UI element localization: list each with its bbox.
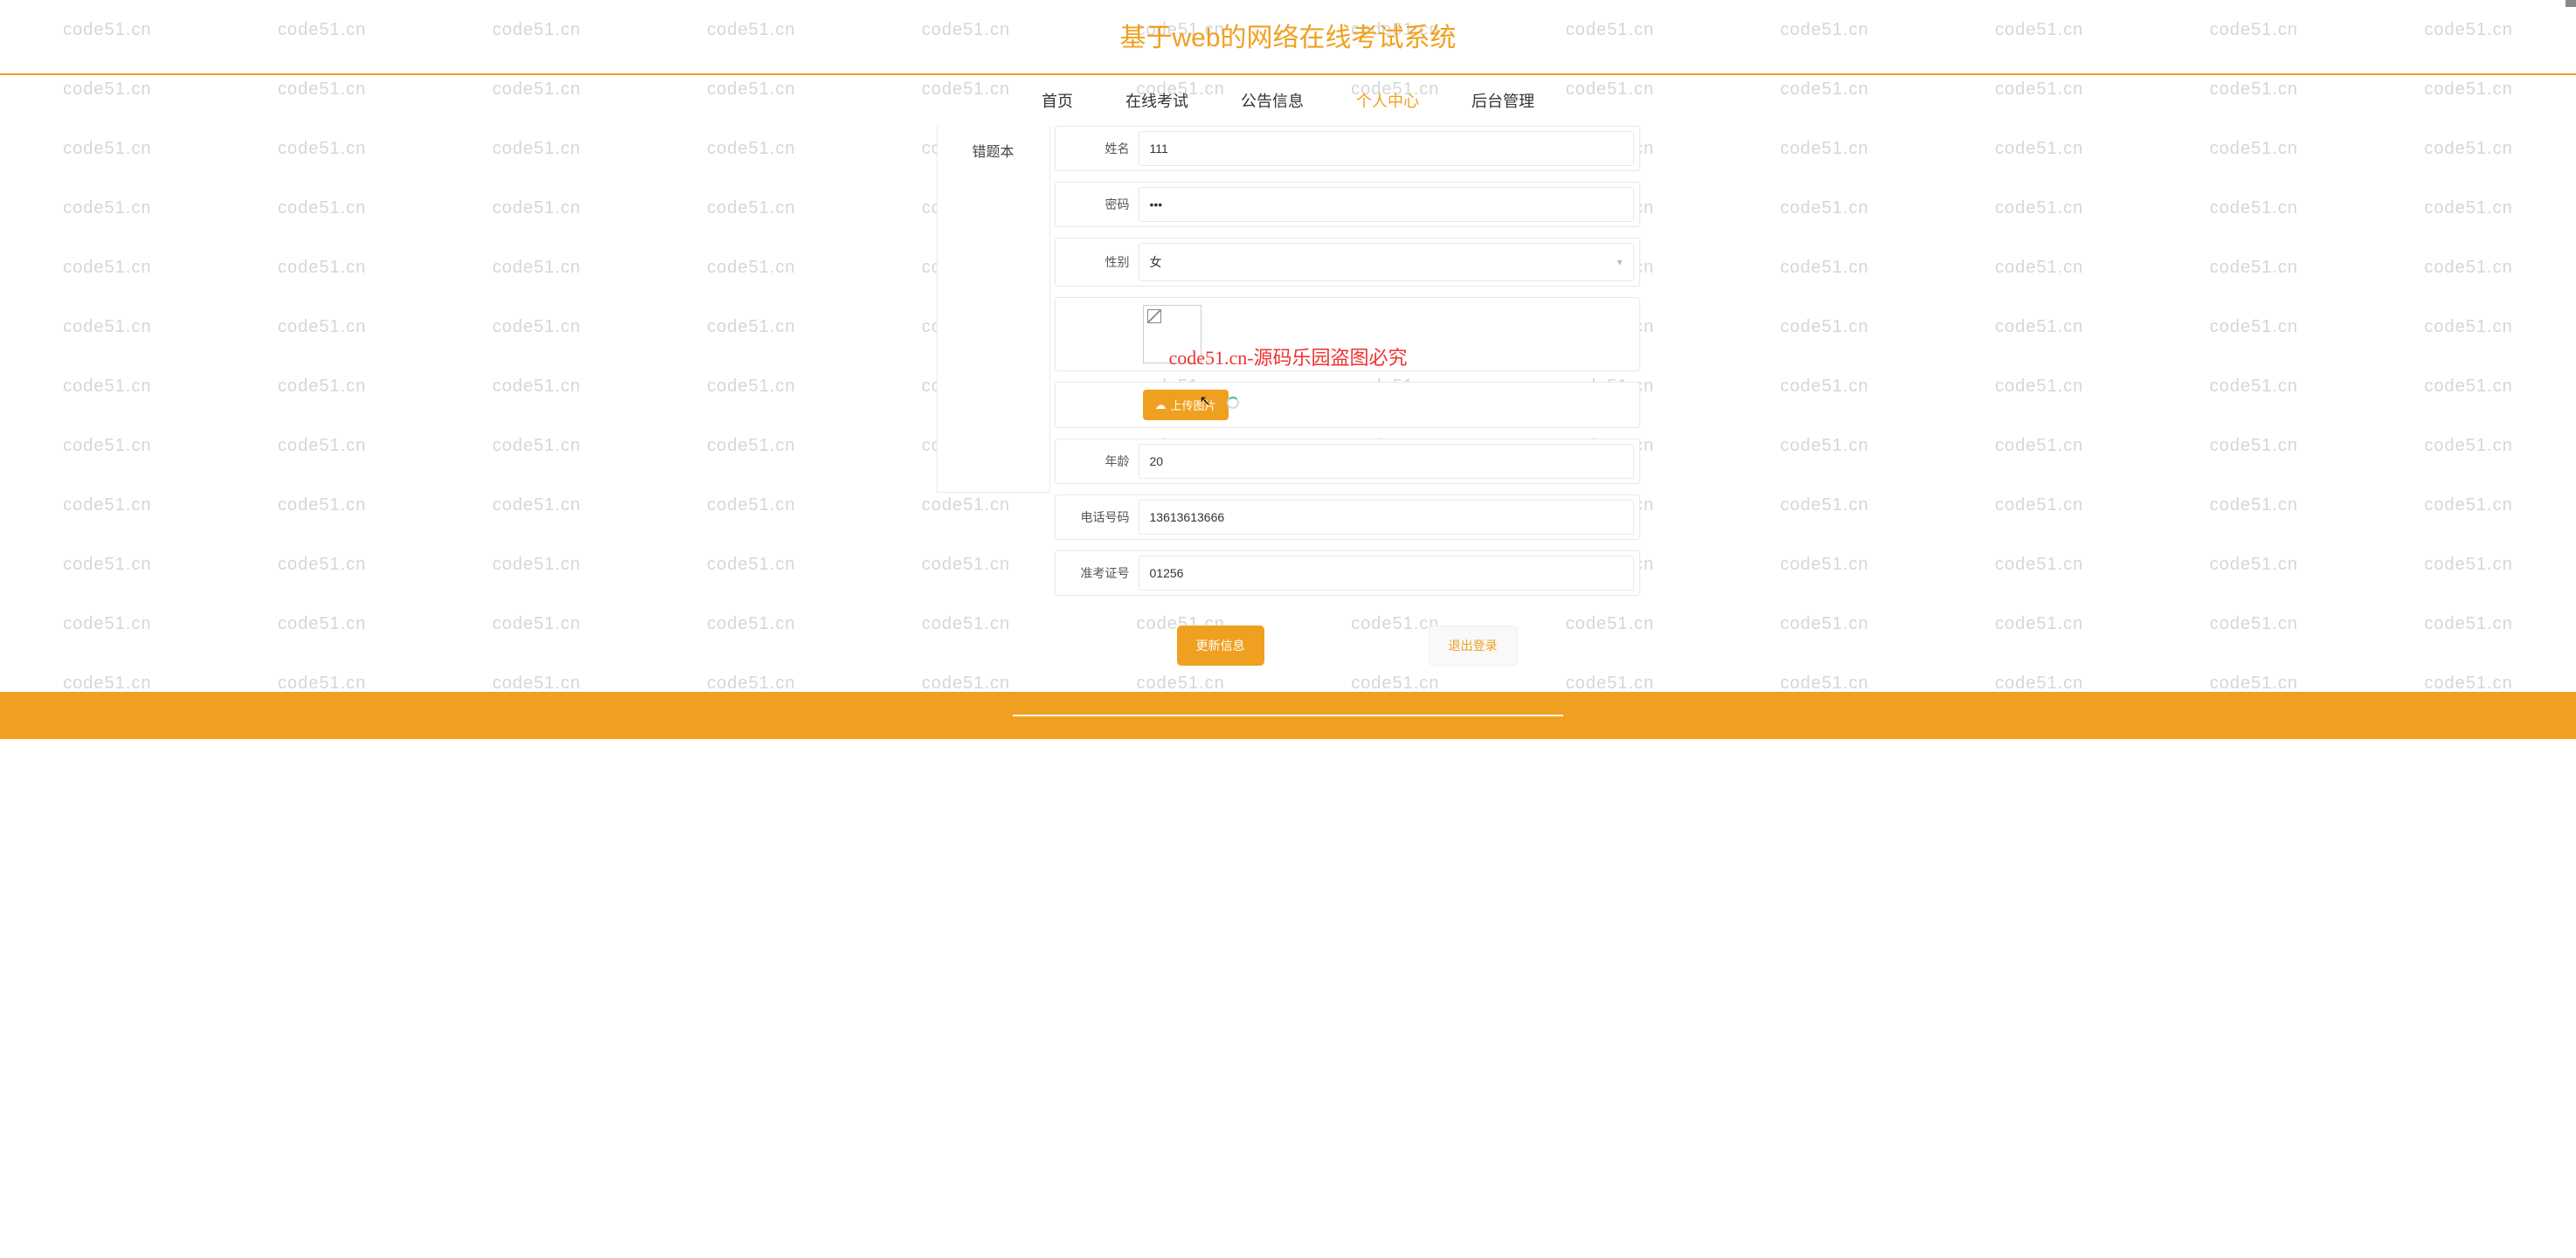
update-info-button[interactable]: 更新信息 [1177, 626, 1264, 666]
label-examid: 准考证号 [1056, 564, 1139, 582]
form-row-age: 年龄 [1055, 439, 1640, 484]
scrollbar-top-marker [2566, 0, 2576, 7]
input-phone[interactable] [1139, 500, 1634, 535]
label-password: 密码 [1056, 196, 1139, 213]
chevron-down-icon: ▾ [1617, 256, 1622, 268]
page-footer [0, 692, 2576, 739]
nav-announcement[interactable]: 公告信息 [1241, 89, 1304, 112]
nav-home[interactable]: 首页 [1042, 89, 1073, 112]
cloud-upload-icon: ☁ [1155, 398, 1167, 412]
app-header: 基于web的网络在线考试系统 [0, 0, 2576, 75]
select-gender[interactable]: 女 ▾ [1139, 243, 1634, 281]
form-row-phone: 电话号码 [1055, 494, 1640, 540]
label-name: 姓名 [1056, 140, 1139, 157]
form-row-password: 密码 [1055, 182, 1640, 227]
label-phone: 电话号码 [1056, 508, 1139, 526]
upload-button-label: 上传图片 [1171, 397, 1216, 413]
form-row-image-preview [1055, 297, 1640, 371]
profile-form: 姓名 密码 性别 女 ▾ ☁ 上传图片 ↖ 年龄 [1055, 126, 1640, 666]
main-nav: 首页 在线考试 公告信息 个人中心 后台管理 [0, 75, 2576, 126]
footer-divider [1013, 715, 1563, 716]
label-gender: 性别 [1056, 253, 1139, 271]
main-content: 错题本 姓名 密码 性别 女 ▾ ☁ 上传图片 ↖ [0, 126, 2576, 692]
input-password[interactable] [1139, 187, 1634, 222]
input-examid[interactable] [1139, 556, 1634, 591]
nav-exam[interactable]: 在线考试 [1125, 89, 1188, 112]
image-preview-box [1143, 305, 1201, 363]
form-row-examid: 准考证号 [1055, 550, 1640, 596]
form-button-row: 更新信息 退出登录 [1055, 606, 1640, 666]
loading-spinner-icon [1227, 397, 1239, 409]
input-age[interactable] [1139, 444, 1634, 479]
select-gender-value: 女 [1150, 253, 1162, 271]
input-name[interactable] [1139, 131, 1634, 166]
app-title: 基于web的网络在线考试系统 [0, 16, 2576, 54]
nav-admin[interactable]: 后台管理 [1472, 89, 1534, 112]
nav-profile[interactable]: 个人中心 [1356, 89, 1419, 112]
logout-button[interactable]: 退出登录 [1429, 626, 1518, 666]
sidebar: 错题本 [937, 126, 1050, 493]
label-age: 年龄 [1056, 453, 1139, 470]
sidebar-item-wrongbook[interactable]: 错题本 [938, 126, 1049, 175]
upload-image-button[interactable]: ☁ 上传图片 [1143, 390, 1229, 420]
form-row-upload: ☁ 上传图片 ↖ [1055, 382, 1640, 428]
form-row-name: 姓名 [1055, 126, 1640, 171]
form-row-gender: 性别 女 ▾ [1055, 238, 1640, 287]
